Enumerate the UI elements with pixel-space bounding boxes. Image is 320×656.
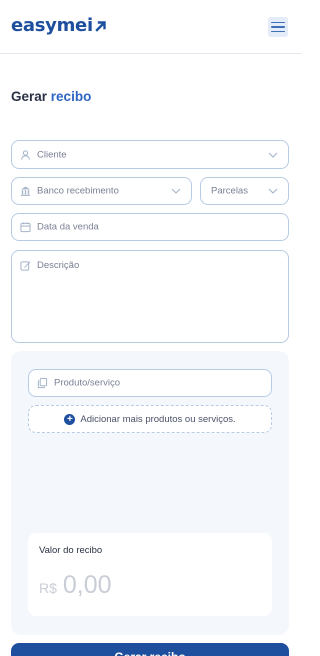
descricao-textarea[interactable]: Descrição	[11, 250, 289, 343]
arrow-up-right-icon	[95, 21, 106, 32]
app-logo[interactable]: easymei	[11, 15, 107, 36]
chevron-down-icon	[171, 188, 181, 194]
parcelas-select[interactable]: Parcelas	[200, 177, 289, 205]
valor-label: Valor do recibo	[39, 545, 103, 556]
valor-recibo-card: Valor do recibo R$ 0,00	[28, 533, 272, 616]
copy-icon	[37, 377, 48, 389]
edit-icon	[20, 261, 31, 271]
data-venda-field[interactable]: Data da venda	[11, 213, 289, 241]
page-title-prefix: Gerar	[11, 89, 48, 104]
chevron-down-icon	[268, 152, 278, 158]
page-title: Gerar recibo	[11, 89, 91, 104]
cliente-placeholder: Cliente	[37, 149, 67, 160]
hamburger-menu-icon[interactable]	[268, 17, 288, 37]
valor-value: 0,00	[62, 571, 112, 599]
valor-currency: R$	[39, 580, 57, 596]
add-more-label: Adicionar mais produtos ou serviços.	[80, 413, 236, 425]
banco-placeholder: Banco recebimento	[37, 185, 119, 197]
descricao-placeholder: Descrição	[37, 260, 80, 271]
parcelas-placeholder: Parcelas	[211, 185, 248, 197]
logo-text: easymei	[11, 15, 93, 36]
produto-placeholder: Produto/serviço	[54, 377, 121, 389]
gerar-recibo-button[interactable]: Gerar recibo	[11, 643, 289, 656]
plus-circle-icon: +	[64, 413, 76, 425]
produto-servico-field[interactable]: Produto/serviço	[28, 369, 272, 397]
banco-recebimento-select[interactable]: Banco recebimento	[11, 177, 192, 205]
add-more-products-button[interactable]: + Adicionar mais produtos ou serviços.	[28, 405, 272, 433]
chevron-down-icon	[268, 188, 278, 194]
cliente-select[interactable]: Cliente	[11, 140, 289, 169]
app-header: easymei	[0, 0, 301, 54]
page-title-accent: recibo	[50, 89, 92, 104]
calendar-icon	[20, 222, 31, 233]
valor-amount: R$ 0,00	[39, 571, 112, 600]
user-icon	[21, 149, 30, 160]
bank-icon	[20, 186, 31, 196]
data-venda-placeholder: Data da venda	[37, 221, 99, 233]
